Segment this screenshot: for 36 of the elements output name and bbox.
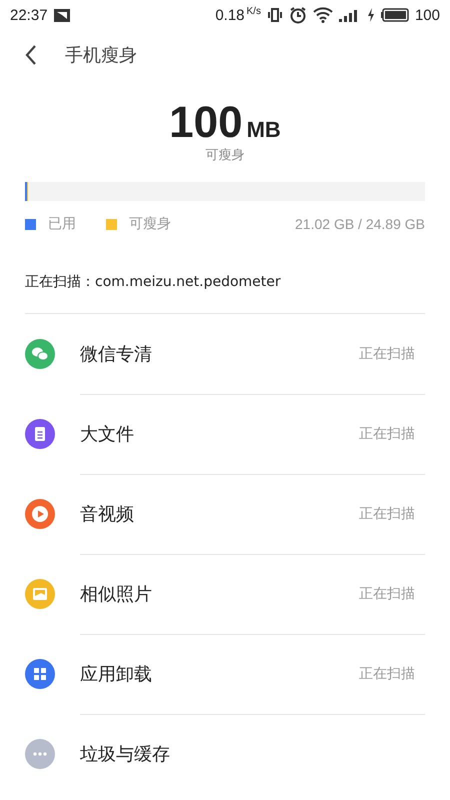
category-label: 微信专清 <box>80 342 153 366</box>
scan-status: 正在扫描 <box>359 424 415 442</box>
category-row[interactable]: 微信专清 正在扫描 <box>25 314 425 394</box>
back-button[interactable] <box>25 44 37 66</box>
scanning-status: 正在扫描：com.meizu.net.pedometer <box>25 273 425 314</box>
category-row[interactable]: 音视频 正在扫描 <box>25 474 425 554</box>
legend-label: 可瘦身 <box>129 215 171 233</box>
network-speed: 0.18 <box>215 6 245 24</box>
page-title: 手机瘦身 <box>65 44 137 67</box>
charging-icon <box>366 8 375 22</box>
slimmable-amount: 100 <box>169 100 243 146</box>
category-label: 相似照片 <box>80 582 153 606</box>
amount-unit: MB <box>246 117 281 143</box>
alarm-icon <box>288 6 307 24</box>
category-label: 音视频 <box>80 502 135 526</box>
vibrate-icon <box>266 8 283 22</box>
scan-status: 正在扫描 <box>359 344 415 362</box>
category-label: 应用卸载 <box>80 662 153 686</box>
speed-unit: K/s <box>246 6 261 17</box>
category-row[interactable]: 大文件 正在扫描 <box>25 394 425 474</box>
scan-status: 正在扫描 <box>359 504 415 522</box>
category-label: 大文件 <box>80 422 135 446</box>
battery-icon <box>380 8 409 22</box>
category-row[interactable]: 相似照片 正在扫描 <box>25 554 425 634</box>
clock: 22:37 <box>10 6 48 24</box>
amount-caption: 可瘦身 <box>206 147 244 164</box>
battery-level: 100 <box>414 6 440 24</box>
wifi-icon <box>312 7 333 23</box>
legend-label: 已用 <box>48 215 76 233</box>
storage-reading: 21.02 GB / 24.89 GB <box>295 216 425 232</box>
image-notification-icon <box>54 8 70 22</box>
category-label: 垃圾与缓存 <box>80 743 171 766</box>
scan-status: 正在扫描 <box>359 664 415 682</box>
category-row[interactable]: 垃圾与缓存 <box>25 714 425 794</box>
scan-status: 正在扫描 <box>359 584 415 602</box>
category-row[interactable]: 应用卸载 正在扫描 <box>25 634 425 714</box>
